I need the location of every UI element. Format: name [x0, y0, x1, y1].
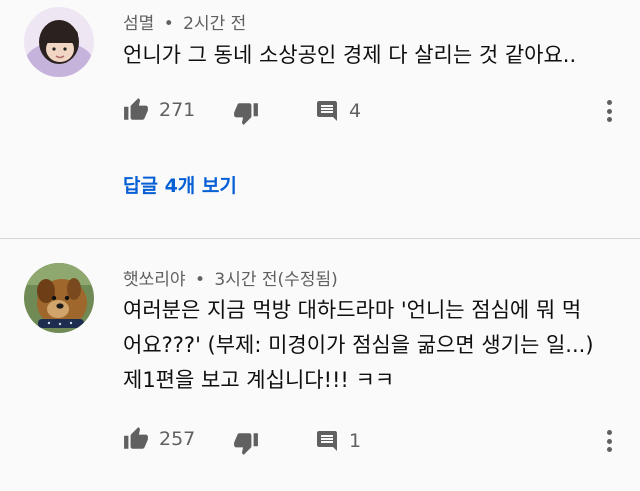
- comment-header: 햇쏘리야 • 3시간 전(수정됨): [123, 265, 338, 290]
- divider: [0, 238, 640, 239]
- timestamp[interactable]: 2시간 전: [183, 14, 246, 34]
- comment-line: 여러분은 지금 먹방 대하드라마 '언니는 점심에 뭐 먹: [123, 298, 582, 322]
- comment-line: 제1편을 보고 계십니다!!! ㅋㅋ: [123, 368, 395, 392]
- thumbs-up-icon: [123, 426, 149, 452]
- like-button[interactable]: 257: [123, 426, 195, 452]
- timestamp[interactable]: 3시간 전(수정됨): [214, 270, 337, 290]
- comment-line: 언니가 그 동네 소상공인 경제 다 살리는 것 같아요..: [123, 43, 577, 67]
- dislike-button[interactable]: [233, 100, 259, 126]
- thumbs-down-icon: [233, 100, 259, 126]
- comment-line: 어요???' (부제: 미경이가 점심을 굶으면 생기는 일...): [123, 333, 594, 357]
- avatar[interactable]: [24, 7, 94, 77]
- more-vert-icon[interactable]: [599, 97, 619, 125]
- comment-text: 여러분은 지금 먹방 대하드라마 '언니는 점심에 뭐 먹 어요???' (부제…: [123, 293, 594, 398]
- comment-thread: 햇쏘리야 • 3시간 전(수정됨) 여러분은 지금 먹방 대하드라마 '언니는 …: [0, 240, 640, 491]
- reply-count: 4: [349, 100, 362, 122]
- reply-button[interactable]: 4: [315, 99, 361, 123]
- thumbs-down-icon: [233, 430, 259, 456]
- comment-icon: [315, 429, 339, 453]
- like-count: 271: [159, 99, 196, 121]
- comment-text: 언니가 그 동네 소상공인 경제 다 살리는 것 같아요..: [123, 38, 576, 73]
- like-button[interactable]: 271: [123, 97, 195, 123]
- comment-thread: 섬멸 • 2시간 전 언니가 그 동네 소상공인 경제 다 살리는 것 같아요.…: [0, 0, 640, 240]
- thumbs-up-icon: [123, 97, 149, 123]
- comment-icon: [315, 99, 339, 123]
- comment-header: 섬멸 • 2시간 전: [123, 9, 246, 34]
- view-replies-link[interactable]: 답글 4개 보기: [123, 171, 237, 198]
- dislike-button[interactable]: [233, 430, 259, 456]
- reply-count: 1: [349, 430, 362, 452]
- author-name[interactable]: 섬멸: [123, 14, 154, 34]
- avatar[interactable]: [24, 263, 94, 333]
- reply-button[interactable]: 1: [315, 429, 361, 453]
- meta-separator: •: [194, 270, 205, 290]
- more-vert-icon[interactable]: [599, 427, 619, 455]
- author-name[interactable]: 햇쏘리야: [123, 270, 186, 290]
- meta-separator: •: [163, 14, 174, 34]
- like-count: 257: [159, 428, 196, 450]
